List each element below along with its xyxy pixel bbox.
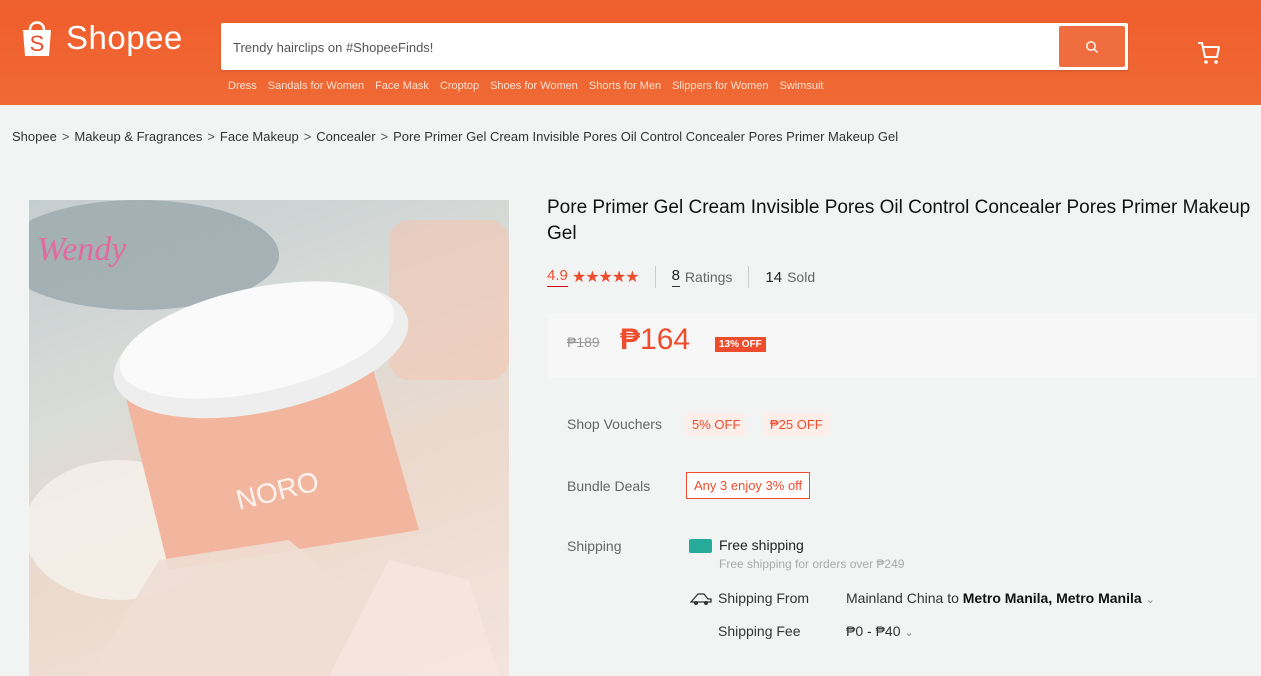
breadcrumb-item[interactable]: Makeup & Fragrances (74, 129, 202, 144)
price-amount: 164 (640, 323, 691, 356)
shipping-fee-label: Shipping Fee (718, 623, 801, 639)
shipping-fee[interactable]: ₱0 - ₱40 ⌄ (846, 623, 914, 639)
sold-count: 14 (765, 268, 783, 286)
breadcrumb-separator: > (207, 129, 215, 144)
breadcrumb-item[interactable]: Concealer (316, 129, 375, 144)
shopee-bag-icon: S (20, 18, 54, 58)
breadcrumb: Shopee > Makeup & Fragrances > Face Makeup > C… (12, 129, 898, 144)
top-strip (0, 0, 1261, 8)
suggestion-link[interactable]: Dress (228, 80, 257, 92)
voucher-chip[interactable]: 5% OFF (686, 413, 747, 436)
discount-badge: 13% OFF (715, 337, 766, 352)
shipping-route[interactable]: Mainland China to Metro Manila, Metro Ma… (846, 590, 1155, 606)
shipping-label: Shipping (567, 538, 622, 554)
product-photo: NORO Wendy (29, 200, 509, 676)
suggestion-link[interactable]: Sandals for Women (268, 80, 364, 92)
ratings-count[interactable]: 8 (671, 267, 680, 287)
sold-label: Sold (787, 269, 816, 285)
chevron-down-icon: ⌄ (904, 627, 914, 639)
product-image[interactable]: NORO Wendy (29, 200, 509, 676)
logo-text: Shopee (66, 19, 183, 56)
current-price: ₱164 (620, 323, 690, 357)
search-bar (221, 23, 1128, 72)
star-rating-icon: ★★★★★ (571, 269, 640, 286)
shipping-destination: Metro Manila, Metro Manila (962, 590, 1142, 606)
shipping-fee-value: ₱0 - ₱40 (846, 623, 901, 639)
rating-value[interactable]: 4.9 (547, 267, 568, 287)
suggestion-link[interactable]: Shoes for Women (490, 80, 578, 92)
suggestion-link[interactable]: Swimsuit (779, 80, 823, 92)
breadcrumb-current: Pore Primer Gel Cream Invisible Pores Oi… (393, 129, 899, 144)
svg-text:S: S (30, 31, 45, 56)
suggestion-link[interactable]: Shorts for Men (589, 80, 661, 92)
free-shipping-text: Free shipping (719, 537, 804, 553)
breadcrumb-separator: > (380, 129, 389, 144)
breadcrumb-item[interactable]: Shopee (12, 129, 57, 144)
cart-button[interactable] (1196, 40, 1222, 71)
divider (748, 266, 750, 288)
search-suggestions: Dress Sandals for Women Face Mask Cropto… (228, 80, 823, 92)
suggestion-link[interactable]: Face Mask (375, 80, 429, 92)
voucher-chip[interactable]: ₱25 OFF (764, 413, 829, 436)
suggestion-link[interactable]: Croptop (440, 80, 479, 92)
price-section: ₱189 ₱164 13% OFF (547, 314, 1257, 378)
image-watermark: Wendy (37, 231, 127, 268)
bundle-deal-chip[interactable]: Any 3 enjoy 3% off (686, 472, 811, 499)
search-input[interactable] (231, 23, 1055, 72)
suggestion-link[interactable]: Slippers for Women (672, 80, 768, 92)
cart-icon (1198, 42, 1220, 64)
original-price: ₱189 (567, 334, 600, 350)
search-button[interactable] (1059, 26, 1125, 67)
breadcrumb-item[interactable]: Face Makeup (220, 129, 299, 144)
shopee-logo[interactable]: S Shopee (20, 18, 183, 58)
breadcrumb-separator: > (61, 129, 70, 144)
free-shipping-icon (689, 539, 712, 553)
divider (654, 266, 656, 288)
rating-row: 4.9 ★★★★★ 8 Ratings 14 Sold (547, 266, 815, 288)
product-title: Pore Primer Gel Cream Invisible Pores Oi… (547, 197, 1251, 244)
shipping-origin: Mainland China (846, 590, 944, 606)
header-bar: S Shopee Dress Sandals for Women Face Ma… (0, 0, 1261, 105)
currency-symbol: ₱ (620, 323, 641, 356)
search-icon (1086, 40, 1098, 53)
shipping-from-label: Shipping From (718, 590, 810, 606)
bundle-deals-label: Bundle Deals (567, 478, 651, 494)
ratings-label: Ratings (684, 269, 733, 285)
free-shipping-subtext: Free shipping for orders over ₱249 (719, 557, 905, 571)
shipping-to-word: to (947, 590, 959, 606)
truck-icon (689, 590, 712, 611)
breadcrumb-separator: > (303, 129, 312, 144)
chevron-down-icon: ⌄ (1145, 594, 1155, 606)
shop-vouchers-label: Shop Vouchers (567, 416, 662, 432)
